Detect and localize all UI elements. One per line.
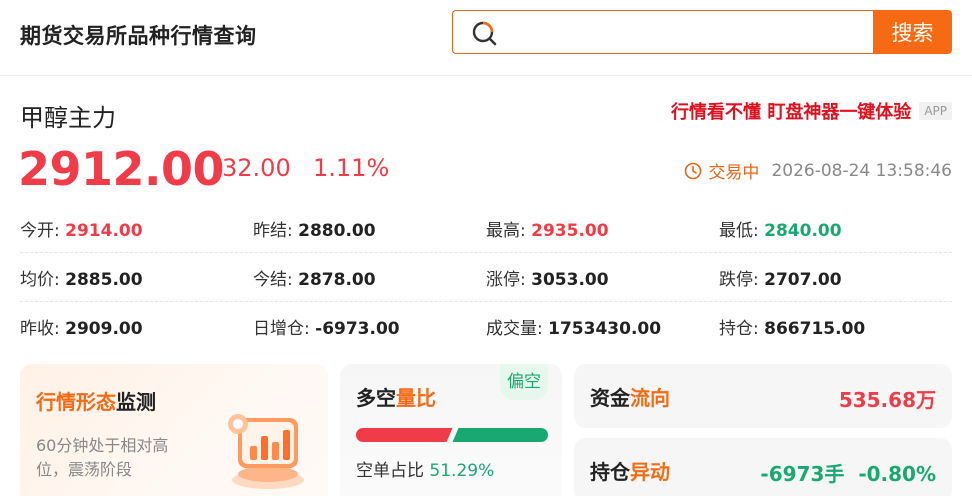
card-title-main: 资金 bbox=[590, 386, 630, 410]
stat-value: 2880.00 bbox=[298, 220, 376, 241]
stat-volume: 成交量: 1753430.00 bbox=[486, 314, 719, 339]
stat-row: 今开: 2914.00 昨结: 2880.00 最高: 2935.00 最低: … bbox=[20, 204, 952, 253]
price-change: 32.00 bbox=[222, 154, 291, 182]
stat-value: 1753430.00 bbox=[548, 319, 662, 339]
long-short-ratio-card[interactable]: 多空量比 偏空 空单占比 51.29% bbox=[340, 364, 562, 496]
search-icon bbox=[472, 21, 497, 46]
stat-daily-oi-change: 日增仓: -6973.00 bbox=[253, 314, 486, 339]
stat-label: 最高: bbox=[486, 220, 526, 241]
stat-label: 成交量: bbox=[486, 319, 543, 339]
stat-label: 持仓: bbox=[719, 319, 759, 339]
long-short-bar bbox=[356, 428, 548, 442]
search-input[interactable] bbox=[509, 17, 859, 47]
stat-settle: 今结: 2878.00 bbox=[253, 265, 486, 290]
stat-high: 最高: 2935.00 bbox=[486, 216, 719, 241]
card-title-accent: 异动 bbox=[630, 460, 670, 484]
stat-limit-up: 涨停: 3053.00 bbox=[486, 265, 719, 290]
stat-open-interest: 持仓: 866715.00 bbox=[719, 314, 952, 339]
stat-limit-down: 跌停: 2707.00 bbox=[719, 265, 952, 290]
promo-text[interactable]: 行情看不懂 盯盘神器一键体验 bbox=[671, 98, 911, 124]
page-title: 期货交易所品种行情查询 bbox=[20, 24, 257, 48]
bias-tag: 偏空 bbox=[500, 364, 548, 400]
stat-value: 2707.00 bbox=[764, 269, 842, 290]
stat-label: 昨收: bbox=[20, 319, 60, 339]
stat-value: -6973.00 bbox=[315, 319, 400, 339]
current-price: 2912.00 bbox=[18, 142, 225, 196]
stat-label: 均价: bbox=[20, 269, 60, 290]
fund-flow-card[interactable]: 资金流向 535.68万 bbox=[574, 364, 952, 428]
stat-label: 跌停: bbox=[719, 269, 759, 290]
stat-value: 3053.00 bbox=[531, 269, 609, 290]
stat-label: 昨结: bbox=[253, 220, 293, 241]
product-name: 甲醇主力 bbox=[20, 104, 116, 132]
stat-value: 866715.00 bbox=[764, 319, 866, 339]
stat-value: 2878.00 bbox=[298, 269, 376, 290]
card-title: 多空量比 bbox=[356, 382, 436, 411]
stat-row: 均价: 2885.00 今结: 2878.00 涨停: 3053.00 跌停: … bbox=[20, 253, 952, 302]
short-ratio-label: 空单占比 bbox=[356, 461, 424, 481]
card-desc: 60分钟处于相对高位，震荡阶段 bbox=[36, 436, 169, 479]
chart-illustration-icon bbox=[228, 414, 304, 489]
position-change-card[interactable]: 持仓异动 -6973手 -0.80% bbox=[574, 438, 952, 496]
stat-low: 最低: 2840.00 bbox=[719, 216, 952, 241]
short-ratio-value: 51.29% bbox=[429, 461, 495, 481]
stat-value: 2885.00 bbox=[65, 269, 143, 290]
short-bar-segment bbox=[356, 428, 453, 442]
card-title: 资金流向 bbox=[590, 382, 670, 411]
app-tag: APP bbox=[919, 102, 952, 120]
promo-banner[interactable]: 行情看不懂 盯盘神器一键体验 APP bbox=[671, 98, 952, 124]
trend-monitor-card[interactable]: 行情形态监测 60分钟处于相对高位，震荡阶段 bbox=[20, 364, 328, 496]
search-button[interactable]: 搜索 bbox=[873, 10, 952, 54]
position-change-pct: -0.80% bbox=[858, 462, 936, 486]
stat-value: 2909.00 bbox=[65, 319, 143, 339]
stat-prev-settle: 昨结: 2880.00 bbox=[253, 216, 486, 241]
card-title-main: 多空 bbox=[356, 386, 396, 410]
stat-label: 最低: bbox=[719, 220, 759, 241]
stat-value: 2914.00 bbox=[65, 220, 143, 241]
stat-label: 今开: bbox=[20, 220, 60, 241]
stat-value: 2935.00 bbox=[531, 220, 609, 241]
datetime: 2026-08-24 13:58:46 bbox=[771, 160, 952, 181]
stat-label: 日增仓: bbox=[253, 319, 310, 339]
stat-avg: 均价: 2885.00 bbox=[20, 265, 253, 290]
position-change-value: -6973手 -0.80% bbox=[760, 458, 936, 487]
position-change-amount: -6973手 bbox=[760, 462, 845, 486]
stats-grid: 今开: 2914.00 昨结: 2880.00 最高: 2935.00 最低: … bbox=[20, 204, 952, 351]
clock-icon bbox=[685, 162, 702, 179]
card-title-accent: 流向 bbox=[630, 386, 670, 410]
stat-label: 涨停: bbox=[486, 269, 526, 290]
card-title-accent: 量比 bbox=[396, 386, 436, 410]
long-bar-segment bbox=[452, 428, 548, 442]
stat-label: 今结: bbox=[253, 269, 293, 290]
stat-open: 今开: 2914.00 bbox=[20, 216, 253, 241]
card-title-accent: 监测 bbox=[116, 390, 156, 414]
search-box[interactable] bbox=[452, 10, 874, 54]
stat-row: 昨收: 2909.00 日增仓: -6973.00 成交量: 1753430.0… bbox=[20, 302, 952, 351]
price-change-pct: 1.11% bbox=[313, 154, 390, 182]
stat-value: 2840.00 bbox=[764, 220, 842, 241]
status-text: 交易中 bbox=[708, 163, 760, 183]
fund-flow-value: 535.68万 bbox=[838, 388, 936, 412]
header: 期货交易所品种行情查询 搜索 bbox=[0, 0, 972, 76]
short-ratio-text: 空单占比 51.29% bbox=[356, 456, 494, 481]
card-title: 持仓异动 bbox=[590, 456, 670, 485]
card-title-main: 持仓 bbox=[590, 460, 630, 484]
card-title: 行情形态监测 bbox=[36, 386, 156, 415]
stat-prev-close: 昨收: 2909.00 bbox=[20, 314, 253, 339]
trading-status: 交易中 2026-08-24 13:58:46 bbox=[684, 158, 952, 183]
card-title-main: 行情形态 bbox=[36, 390, 116, 414]
